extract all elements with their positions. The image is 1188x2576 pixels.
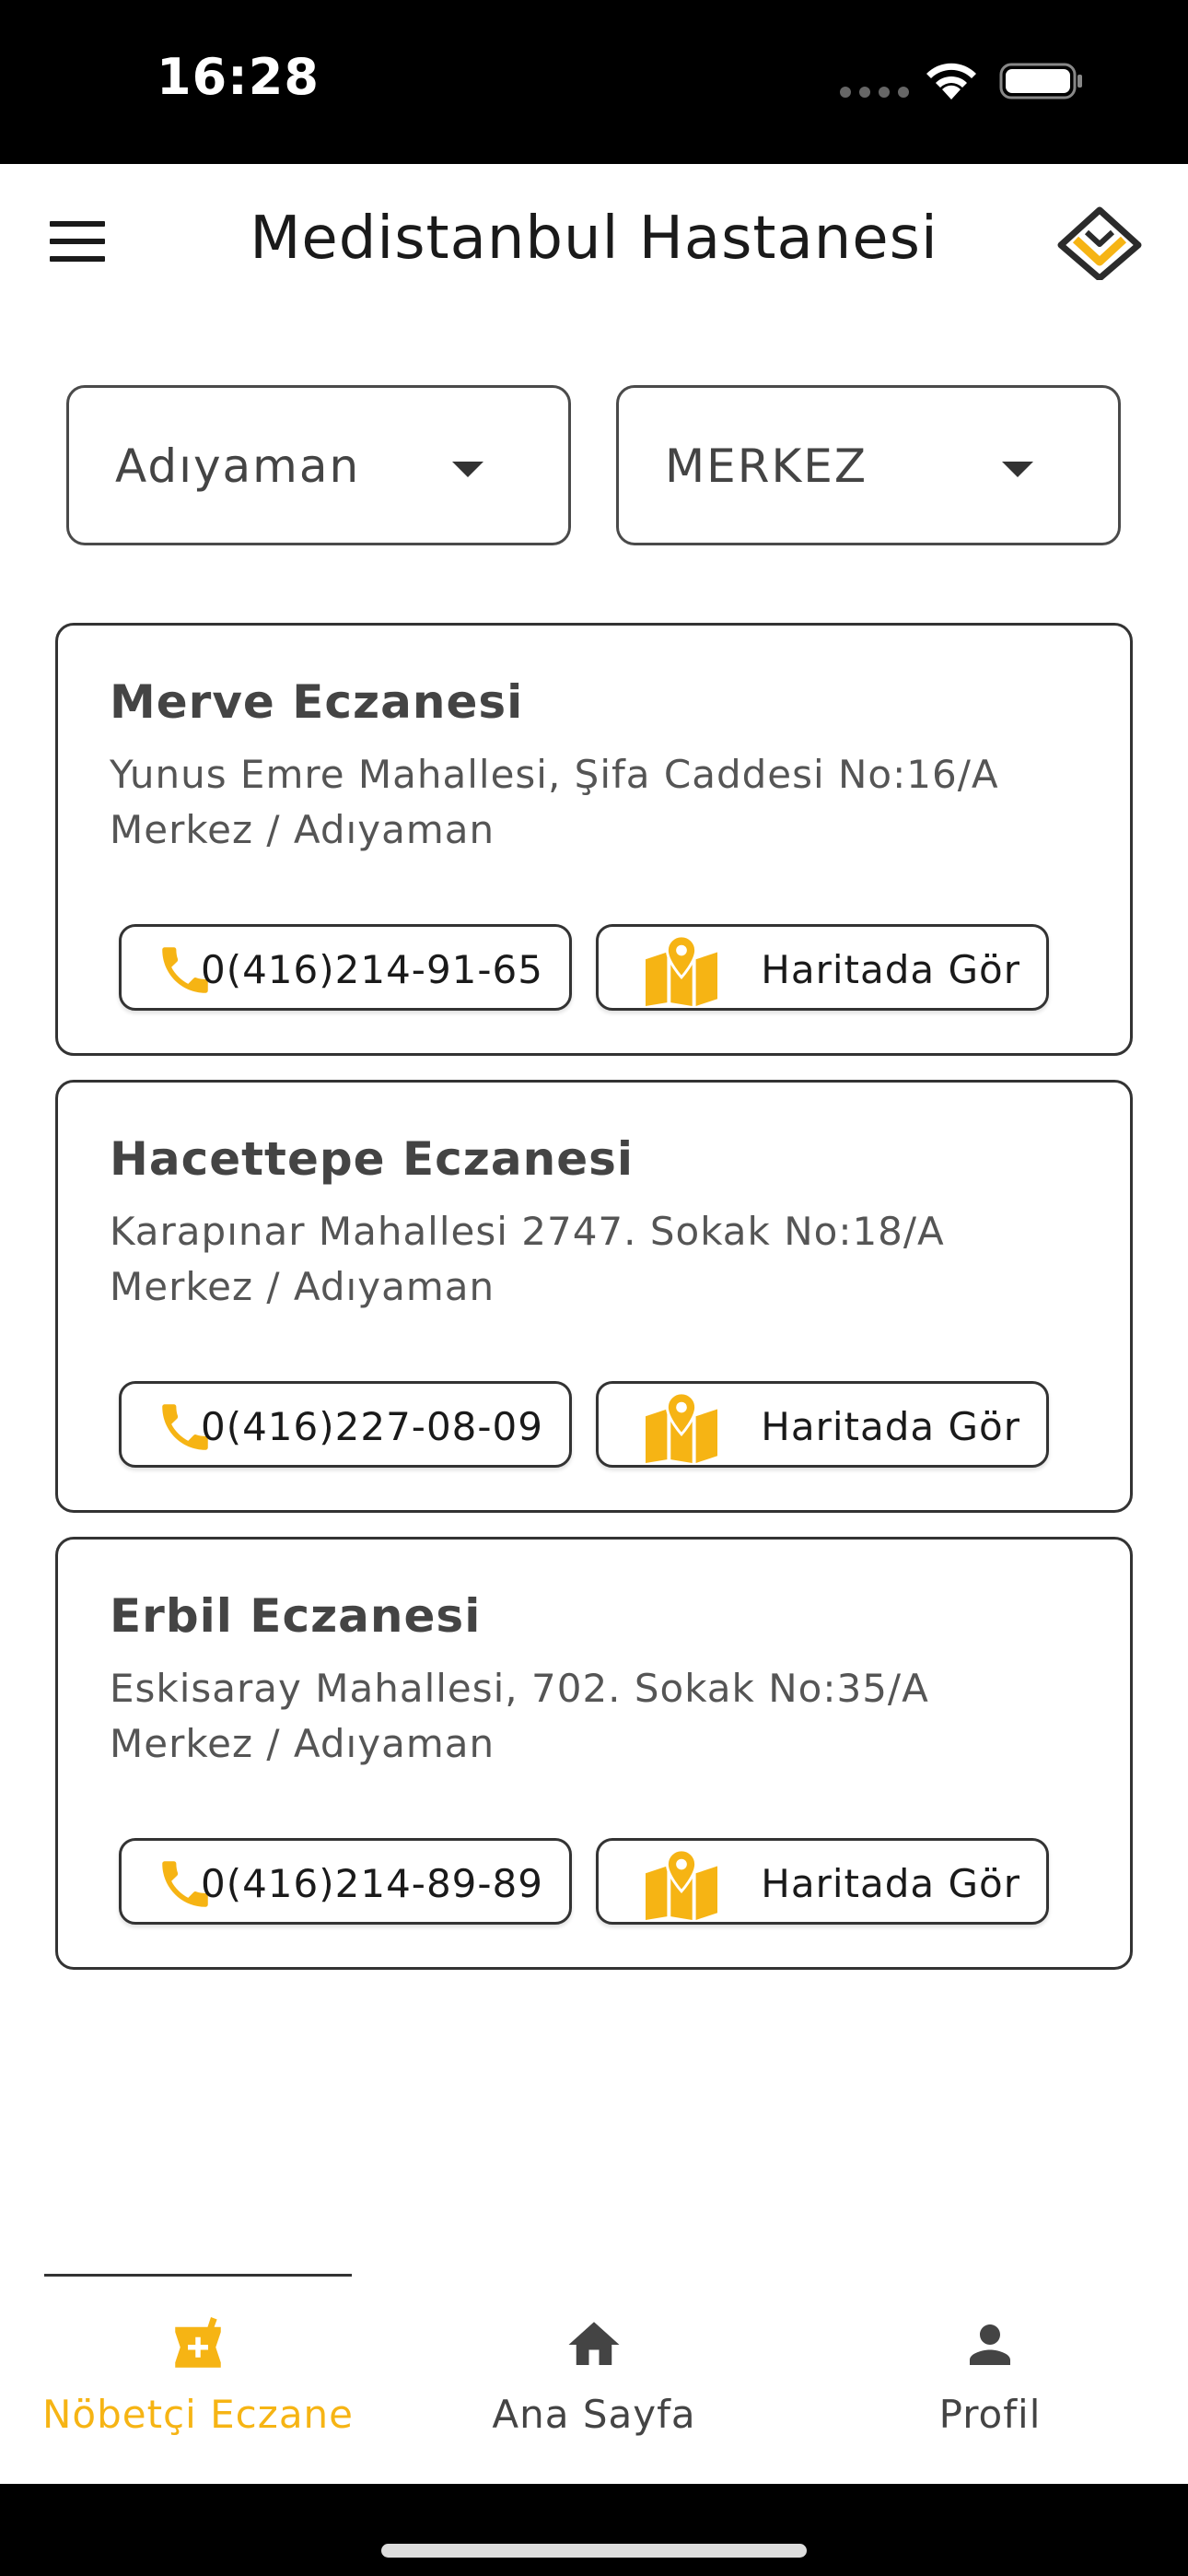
tab-nobetci-eczane[interactable]: Nöbetçi Eczane (18, 2274, 378, 2484)
district-dropdown-value: MERKEZ (665, 439, 868, 493)
phone-number: 0(416)227-08-09 (200, 1404, 543, 1449)
tab-label: Nöbetçi Eczane (41, 2392, 355, 2437)
phone-number: 0(416)214-91-65 (200, 947, 543, 992)
pharmacy-name: Hacettepe Eczanesi (110, 1132, 635, 1186)
home-indicator-area (0, 2484, 1188, 2576)
pharmacy-address: Yunus Emre Mahallesi, Şifa Caddesi No:16… (110, 752, 999, 852)
tab-profil[interactable]: Profil (810, 2274, 1170, 2484)
page-title: Medistanbul Hastanesi (250, 205, 938, 273)
tab-ana-sayfa[interactable]: Ana Sayfa (414, 2274, 774, 2484)
battery-icon (999, 63, 1082, 100)
show-on-map-button[interactable]: Haritada Gör (596, 1838, 1049, 1925)
home-icon (568, 2322, 620, 2365)
call-button[interactable]: 0(416)227-08-09 (119, 1381, 572, 1468)
pharmacy-card: Erbil Eczanesi Eskisaray Mahallesi, 702.… (55, 1537, 1133, 1970)
pharmacy-address: Eskisaray Mahallesi, 702. Sokak No:35/A … (110, 1666, 929, 1766)
cellular-signal-icon (840, 87, 909, 98)
show-on-map-button[interactable]: Haritada Gör (596, 1381, 1049, 1468)
status-time: 16:28 (157, 48, 320, 106)
dropdown-arrow-icon (1002, 462, 1033, 477)
map-button-label: Haritada Gör (761, 1404, 1020, 1449)
map-button-label: Haritada Gör (761, 1861, 1020, 1906)
wifi-icon (926, 63, 976, 100)
medistanbul-logo-icon[interactable] (1055, 205, 1144, 280)
city-dropdown[interactable]: Adıyaman (66, 385, 571, 545)
call-button[interactable]: 0(416)214-91-65 (119, 924, 572, 1011)
pharmacy-name: Merve Eczanesi (110, 675, 524, 729)
tab-label: Profil (938, 2392, 1042, 2437)
app-screen: Medistanbul Hastanesi Adıyaman MERKEZ Me… (0, 164, 1188, 2484)
pharmacy-icon (175, 2317, 221, 2368)
home-indicator[interactable] (381, 2544, 807, 2558)
show-on-map-button[interactable]: Haritada Gör (596, 924, 1049, 1011)
district-dropdown[interactable]: MERKEZ (616, 385, 1121, 545)
pharmacy-name: Erbil Eczanesi (110, 1589, 482, 1643)
pharmacy-address: Karapınar Mahallesi 2747. Sokak No:18/A … (110, 1209, 945, 1309)
status-bar: 16:28 (0, 0, 1188, 164)
person-icon (970, 2324, 1010, 2365)
call-button[interactable]: 0(416)214-89-89 (119, 1838, 572, 1925)
dropdown-arrow-icon (452, 462, 483, 477)
app-header: Medistanbul Hastanesi (0, 164, 1188, 321)
bottom-navigation: Nöbetçi Eczane Ana Sayfa Profil (0, 2274, 1188, 2484)
pharmacy-card: Merve Eczanesi Yunus Emre Mahallesi, Şif… (55, 623, 1133, 1056)
tab-label: Ana Sayfa (492, 2392, 696, 2437)
phone-number: 0(416)214-89-89 (200, 1861, 543, 1906)
city-dropdown-value: Adıyaman (115, 439, 361, 493)
map-button-label: Haritada Gör (761, 947, 1020, 992)
pharmacy-card: Hacettepe Eczanesi Karapınar Mahallesi 2… (55, 1080, 1133, 1513)
